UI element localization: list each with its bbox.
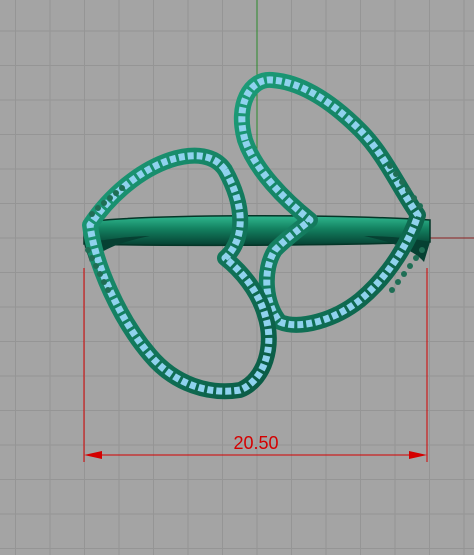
dimension-value: 20.50 [233, 433, 278, 453]
viewport-canvas[interactable]: 20.50 [0, 0, 474, 555]
ring-shank [83, 214, 431, 247]
dimension-arrow-right [409, 451, 427, 459]
dimension-arrow-left [84, 451, 102, 459]
cad-viewport[interactable]: 20.50 [0, 0, 474, 555]
